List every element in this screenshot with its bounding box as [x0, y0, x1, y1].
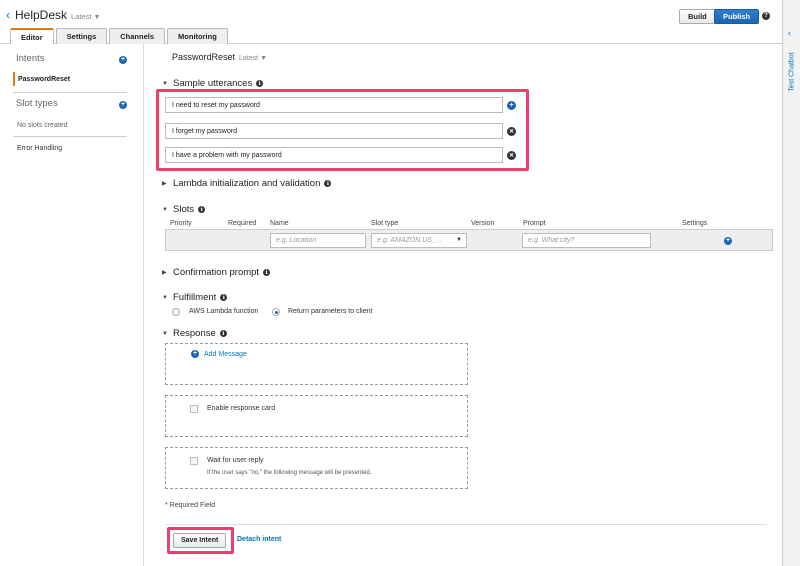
info-icon[interactable]: i [256, 80, 264, 87]
help-icon[interactable]: ? [762, 12, 770, 20]
info-icon[interactable]: i [220, 294, 228, 301]
top-header: ‹ HelpDesk Latest ▼ Editor Settings Chan… [0, 0, 782, 45]
chevron-left-icon[interactable]: ‹ [788, 28, 791, 38]
expanded-triangle-icon: ▼ [162, 330, 168, 337]
new-slot-row [165, 229, 773, 251]
section-slots[interactable]: ▼ Slots i [162, 204, 206, 215]
publish-button[interactable]: Publish [714, 9, 760, 24]
wait-for-reply-label[interactable]: Wait for user reply [207, 457, 264, 464]
add-message-link[interactable]: + Add Message [191, 350, 247, 358]
add-utterance-icon[interactable]: + [507, 101, 516, 110]
back-chevron-icon[interactable]: ‹ [6, 8, 10, 22]
divider [165, 524, 767, 525]
response-card-box [165, 395, 468, 437]
intent-name: PasswordReset [172, 52, 236, 62]
add-slot-icon[interactable]: + [724, 237, 732, 245]
info-icon[interactable]: i [263, 269, 271, 276]
info-icon[interactable]: i [324, 180, 332, 187]
expanded-triangle-icon: ▼ [162, 206, 168, 213]
radio-label-return-parameters[interactable]: Return parameters to client [288, 308, 372, 315]
chevron-down-icon: ▼ [260, 55, 267, 62]
column-slot-type: Slot type [371, 220, 399, 227]
section-sample-utterances[interactable]: ▼ Sample utterances i [162, 78, 264, 89]
test-chatbot-label[interactable]: Test Chatbot [789, 52, 796, 91]
sidebar: Intents + PasswordReset Slot types + No … [0, 44, 144, 566]
intent-version-select[interactable]: Latest ▼ [239, 55, 267, 62]
bot-name[interactable]: HelpDesk [15, 8, 67, 22]
section-fulfillment[interactable]: ▼ Fulfillment i [162, 292, 228, 303]
utterance-input-2[interactable]: I forget my password [165, 123, 503, 139]
detach-intent-link[interactable]: Detach intent [237, 536, 281, 543]
save-intent-button[interactable]: Save Intent [173, 533, 227, 548]
required-field-note: * Required Field [165, 502, 216, 509]
remove-utterance-icon[interactable]: ✕ [507, 127, 516, 136]
no-slots-text: No slots created [17, 122, 68, 129]
utterance-input-3[interactable]: I have a problem with my password [165, 147, 503, 163]
slot-types-heading: Slot types [16, 98, 58, 109]
bot-version-select[interactable]: Latest ▼ [71, 12, 100, 21]
chevron-down-icon: ▼ [93, 14, 101, 21]
test-chatbot-panel[interactable]: ‹ Test Chatbot [782, 0, 800, 566]
wait-reply-note: If the user says "no," the following mes… [207, 470, 372, 476]
column-prompt: Prompt [523, 220, 546, 227]
expanded-triangle-icon: ▼ [162, 80, 168, 87]
divider [13, 92, 127, 93]
intent-title: PasswordReset Latest ▼ [172, 52, 267, 62]
section-lambda[interactable]: ▶ Lambda initialization and validation i [162, 178, 332, 189]
app-title: ‹ HelpDesk Latest ▼ [6, 8, 101, 22]
column-required: Required [228, 220, 257, 227]
divider [13, 136, 127, 137]
tab-bar: Editor Settings Channels Monitoring [10, 28, 228, 45]
expanded-triangle-icon: ▼ [162, 294, 168, 301]
wait-reply-box [165, 447, 468, 489]
sidebar-item-passwordreset[interactable]: PasswordReset [13, 72, 70, 86]
info-icon[interactable]: i [198, 206, 206, 213]
sidebar-item-error-handling[interactable]: Error Handling [17, 145, 62, 152]
wait-for-reply-checkbox[interactable] [190, 457, 198, 465]
add-intent-icon[interactable]: + [119, 56, 127, 64]
slot-prompt-input[interactable]: e.g. What city? [522, 233, 651, 248]
section-response[interactable]: ▼ Response i [162, 328, 227, 339]
slot-name-input[interactable]: e.g. Location [270, 233, 366, 248]
section-confirmation-prompt[interactable]: ▶ Confirmation prompt i [162, 267, 271, 278]
add-icon: + [191, 350, 199, 358]
utterance-input-1[interactable]: I need to reset my password [165, 97, 503, 113]
collapsed-triangle-icon: ▶ [162, 270, 167, 276]
enable-response-card-checkbox[interactable] [190, 405, 198, 413]
dropdown-arrow-icon: ▼ [456, 237, 462, 243]
intents-heading: Intents [16, 53, 45, 64]
radio-aws-lambda[interactable] [172, 308, 180, 316]
column-name: Name [270, 220, 289, 227]
column-priority: Priority [170, 220, 192, 227]
slot-type-select[interactable]: e.g. AMAZON.US_... ▼ [371, 233, 467, 248]
tab-settings[interactable]: Settings [55, 28, 108, 44]
tab-editor[interactable]: Editor [10, 28, 54, 45]
tab-channels[interactable]: Channels [109, 28, 166, 44]
enable-response-card-label[interactable]: Enable response card [207, 405, 275, 412]
column-settings: Settings [682, 220, 708, 227]
collapsed-triangle-icon: ▶ [162, 181, 167, 187]
column-version: Version [471, 220, 495, 227]
radio-label-aws-lambda[interactable]: AWS Lambda function [189, 308, 258, 315]
add-slot-type-icon[interactable]: + [119, 101, 127, 109]
tab-monitoring[interactable]: Monitoring [167, 28, 228, 44]
build-button[interactable]: Build [679, 9, 716, 24]
radio-return-parameters[interactable] [272, 308, 280, 316]
info-icon[interactable]: i [219, 330, 227, 337]
remove-utterance-icon[interactable]: ✕ [507, 151, 516, 160]
